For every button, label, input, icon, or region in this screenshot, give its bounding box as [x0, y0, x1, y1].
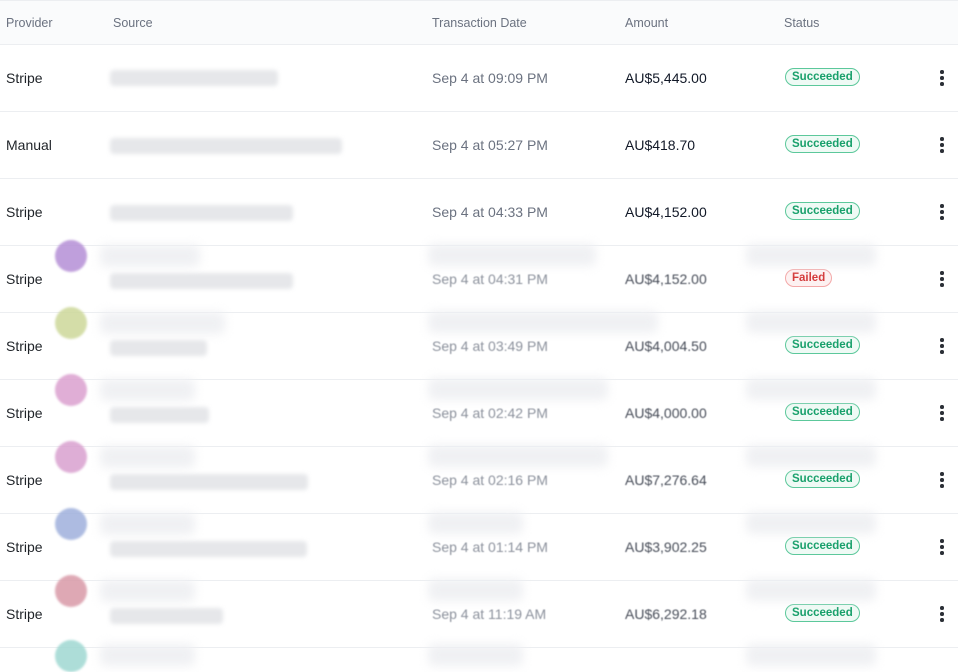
table-row[interactable]: Stripe Sep 4 at 02:16 PM AU$7,276.64 Suc…	[0, 447, 958, 514]
status-badge: Succeeded	[785, 604, 860, 622]
more-options-icon[interactable]	[934, 535, 950, 559]
provider-cell: Stripe	[6, 539, 43, 555]
redacted-source	[110, 273, 293, 289]
amount-cell: AU$7,276.64	[625, 472, 707, 488]
amount-cell: AU$418.70	[625, 137, 696, 153]
table-header: Provider Source Transaction Date Amount …	[0, 0, 958, 45]
more-options-icon[interactable]	[934, 200, 950, 224]
table-row[interactable]: Stripe Sep 4 at 09:09 PM AU$5,445.00 Suc…	[0, 45, 958, 112]
transaction-date-cell: Sep 4 at 05:27 PM	[432, 137, 548, 153]
more-options-icon[interactable]	[934, 267, 950, 291]
amount-cell: AU$4,152.00	[625, 204, 707, 220]
redacted-source	[110, 70, 278, 86]
amount-cell: AU$3,902.25	[625, 539, 707, 555]
transaction-date-cell: Sep 4 at 04:31 PM	[432, 271, 548, 287]
redacted-source	[110, 541, 307, 557]
provider-cell: Stripe	[6, 271, 43, 287]
redacted-source	[110, 138, 342, 154]
transactions-table: Provider Source Transaction Date Amount …	[0, 0, 958, 648]
redacted-source	[110, 205, 293, 221]
status-badge: Succeeded	[785, 403, 860, 421]
provider-cell: Stripe	[6, 338, 43, 354]
provider-cell: Stripe	[6, 606, 43, 622]
column-header-provider[interactable]: Provider	[6, 1, 53, 45]
transaction-date-cell: Sep 4 at 09:09 PM	[432, 70, 548, 86]
column-header-transaction-date[interactable]: Transaction Date	[432, 1, 527, 45]
column-header-source[interactable]: Source	[113, 1, 153, 45]
more-options-icon[interactable]	[934, 602, 950, 626]
column-header-status[interactable]: Status	[784, 1, 819, 45]
more-options-icon[interactable]	[934, 401, 950, 425]
transaction-date-cell: Sep 4 at 03:49 PM	[432, 338, 548, 354]
amount-cell: AU$6,292.18	[625, 606, 707, 622]
amount-cell: AU$5,445.00	[625, 70, 707, 86]
redacted-source	[110, 474, 308, 490]
status-badge: Succeeded	[785, 336, 860, 354]
provider-cell: Stripe	[6, 204, 43, 220]
table-row[interactable]: Stripe Sep 4 at 02:42 PM AU$4,000.00 Suc…	[0, 380, 958, 447]
status-badge: Succeeded	[785, 135, 860, 153]
status-badge: Succeeded	[785, 68, 860, 86]
table-row[interactable]: Stripe Sep 4 at 03:49 PM AU$4,004.50 Suc…	[0, 313, 958, 380]
status-badge: Failed	[785, 269, 833, 287]
status-badge: Succeeded	[785, 202, 860, 220]
column-header-amount[interactable]: Amount	[625, 1, 668, 45]
provider-cell: Manual	[6, 137, 52, 153]
transaction-date-cell: Sep 4 at 02:16 PM	[432, 472, 548, 488]
more-options-icon[interactable]	[934, 334, 950, 358]
provider-cell: Stripe	[6, 405, 43, 421]
amount-cell: AU$4,000.00	[625, 405, 707, 421]
transaction-date-cell: Sep 4 at 11:19 AM	[432, 606, 547, 622]
table-row[interactable]: Stripe Sep 4 at 01:14 PM AU$3,902.25 Suc…	[0, 514, 958, 581]
transaction-date-cell: Sep 4 at 02:42 PM	[432, 405, 548, 421]
redacted-source	[110, 608, 223, 624]
transaction-date-cell: Sep 4 at 04:33 PM	[432, 204, 548, 220]
table-row[interactable]: Stripe Sep 4 at 04:33 PM AU$4,152.00 Suc…	[0, 179, 958, 246]
amount-cell: AU$4,152.00	[625, 271, 707, 287]
more-options-icon[interactable]	[934, 468, 950, 492]
table-row[interactable]: Stripe Sep 4 at 04:31 PM AU$4,152.00 Fai…	[0, 246, 958, 313]
table-row[interactable]: Stripe Sep 4 at 11:19 AM AU$6,292.18 Suc…	[0, 581, 958, 648]
status-badge: Succeeded	[785, 470, 860, 488]
status-badge: Succeeded	[785, 537, 860, 555]
more-options-icon[interactable]	[934, 66, 950, 90]
redacted-source	[110, 407, 209, 423]
transaction-date-cell: Sep 4 at 01:14 PM	[432, 539, 548, 555]
redacted-source	[110, 340, 207, 356]
provider-cell: Stripe	[6, 472, 43, 488]
provider-cell: Stripe	[6, 70, 43, 86]
more-options-icon[interactable]	[934, 133, 950, 157]
amount-cell: AU$4,004.50	[625, 338, 707, 354]
table-row[interactable]: Manual Sep 4 at 05:27 PM AU$418.70 Succe…	[0, 112, 958, 179]
